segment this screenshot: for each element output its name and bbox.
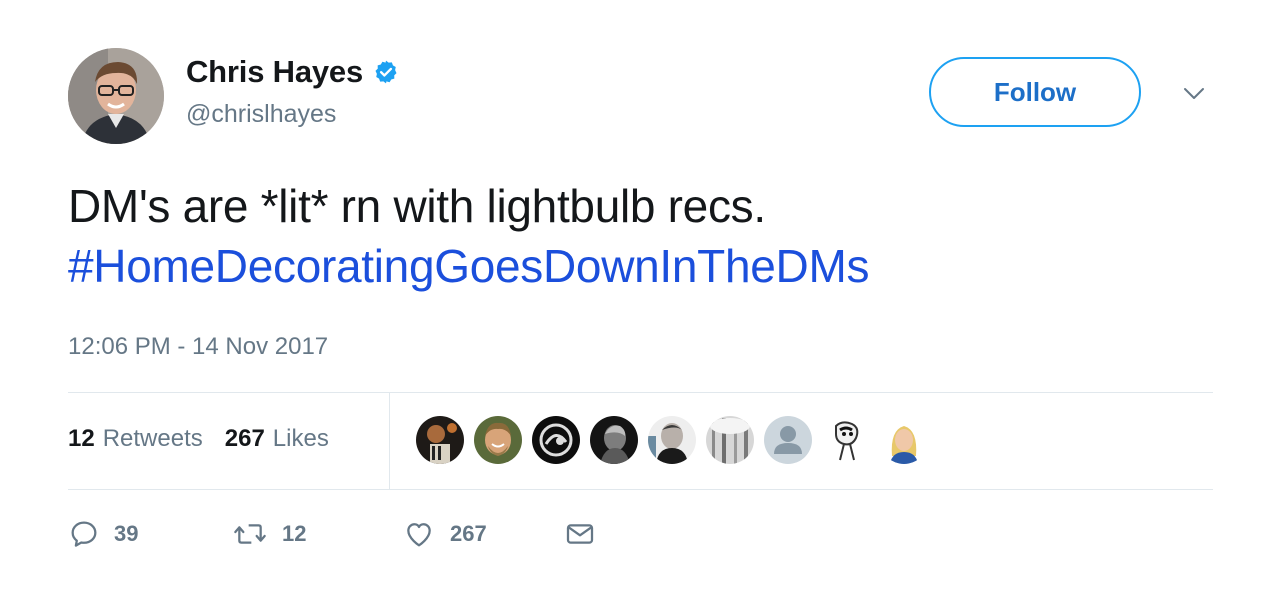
author-avatar[interactable] (68, 48, 164, 144)
liker-avatar[interactable] (880, 416, 928, 464)
tweet-stats: 12 Retweets 267 Likes (68, 425, 329, 453)
liker-avatar[interactable] (590, 416, 638, 464)
direct-message-button[interactable] (564, 518, 596, 550)
follow-button[interactable]: Follow (929, 57, 1141, 127)
tweet-body: DM's are *lit* rn with lightbulb recs. (68, 180, 766, 232)
retweet-count: 12 (282, 521, 307, 546)
liker-avatar[interactable] (532, 416, 580, 464)
liker-avatar[interactable] (416, 416, 464, 464)
reply-icon (68, 518, 100, 550)
heart-icon (402, 518, 436, 550)
author-handle[interactable]: @chrislhayes (186, 100, 399, 129)
envelope-icon (564, 518, 596, 550)
likes-label: Likes (272, 425, 329, 452)
author-info: Chris Hayes @chrislhayes (186, 54, 399, 129)
like-button[interactable]: 267 (402, 518, 487, 550)
retweet-button[interactable]: 12 (232, 518, 306, 550)
divider-bottom (68, 489, 1213, 490)
stats-separator (389, 393, 390, 489)
retweet-icon (232, 518, 268, 550)
chevron-down-icon[interactable] (1182, 84, 1206, 104)
reply-count: 39 (114, 521, 139, 546)
likes-count: 267 (224, 425, 265, 452)
hashtag-link[interactable]: #HomeDecoratingGoesDownInTheDMs (68, 236, 1218, 296)
likes-stat[interactable]: 267 Likes (225, 425, 329, 453)
retweets-stat[interactable]: 12 Retweets (68, 425, 203, 453)
verified-badge-icon (373, 59, 399, 85)
tweet-text: DM's are *lit* rn with lightbulb recs. #… (68, 176, 1218, 296)
reply-button[interactable]: 39 (68, 518, 138, 550)
tweet-timestamp[interactable]: 12:06 PM - 14 Nov 2017 (68, 333, 328, 361)
divider-top (68, 392, 1213, 393)
liker-avatar[interactable] (648, 416, 696, 464)
like-count: 267 (450, 521, 487, 546)
liker-avatar[interactable] (822, 416, 870, 464)
liker-avatars (416, 416, 938, 464)
retweets-count: 12 (68, 425, 95, 452)
author-name[interactable]: Chris Hayes (186, 54, 363, 90)
author-name-row: Chris Hayes (186, 54, 399, 90)
retweets-label: Retweets (102, 425, 203, 452)
liker-avatar[interactable] (706, 416, 754, 464)
liker-avatar[interactable] (474, 416, 522, 464)
liker-avatar[interactable] (764, 416, 812, 464)
